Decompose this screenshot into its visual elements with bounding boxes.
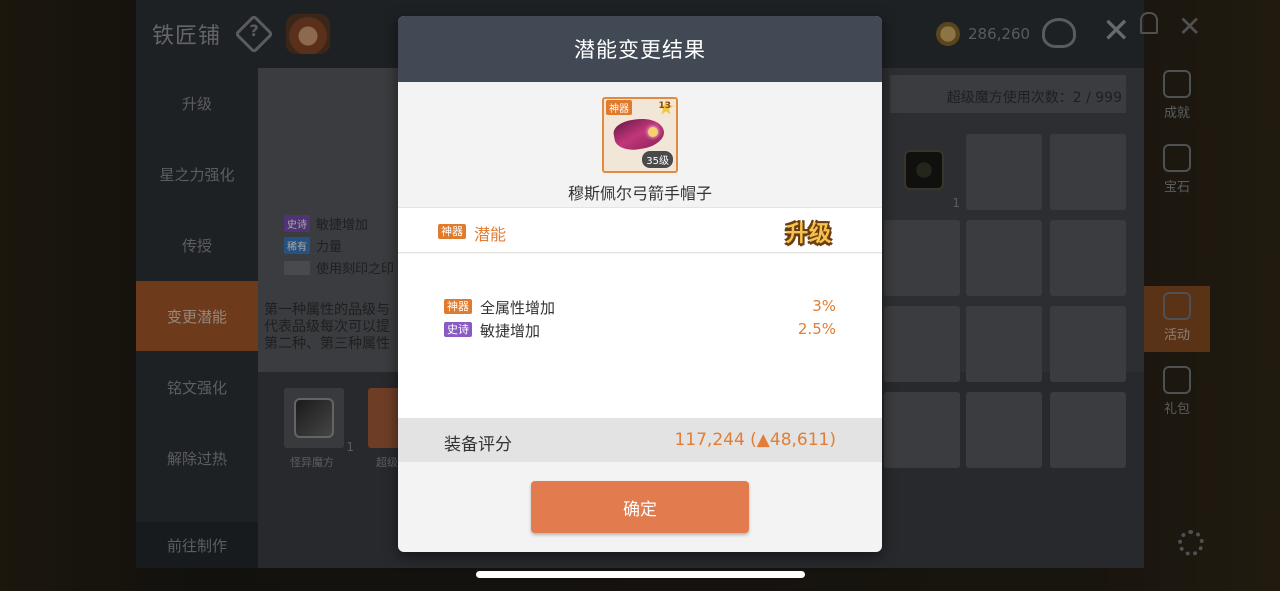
stat-row: 神器 全属性增加 3% bbox=[444, 296, 836, 318]
upgrade-badge: 升级 bbox=[786, 222, 833, 247]
dialog-title: 潜能变更结果 bbox=[574, 38, 706, 62]
dialog-header: 潜能变更结果 bbox=[398, 16, 882, 82]
stat-row: 史诗 敏捷增加 2.5% bbox=[444, 319, 836, 341]
stat-value: 3% bbox=[812, 297, 836, 315]
stat-grade-tag: 史诗 bbox=[444, 322, 472, 337]
item-grade-tag: 神器 bbox=[606, 100, 632, 115]
potential-header: 神器 潜能 升级 bbox=[398, 207, 882, 253]
confirm-button[interactable]: 确定 bbox=[531, 481, 749, 533]
stat-value: 2.5% bbox=[797, 320, 836, 338]
item-level-badge: 35级 bbox=[642, 151, 673, 168]
hat-icon bbox=[611, 114, 667, 154]
score-value: 117,244 (▲48,611) bbox=[674, 430, 836, 450]
potential-label: 潜能 bbox=[474, 225, 507, 244]
equipment-score-row: 装备评分 117,244 (▲48,611) bbox=[398, 418, 882, 462]
hat-gem-icon bbox=[648, 127, 658, 137]
potential-result-dialog: 潜能变更结果 神器 13 35级 穆斯佩尔弓箭手帽子 神器 潜能 升级 神器 全… bbox=[398, 16, 882, 552]
potential-grade-tag: 神器 bbox=[438, 224, 466, 239]
home-indicator[interactable] bbox=[476, 571, 805, 578]
stat-name: 全属性增加 bbox=[480, 299, 556, 317]
potential-stats: 神器 全属性增加 3% 史诗 敏捷增加 2.5% bbox=[398, 254, 882, 418]
item-icon-frame[interactable]: 神器 13 35级 bbox=[602, 97, 678, 173]
stat-grade-tag: 神器 bbox=[444, 299, 472, 314]
score-label: 装备评分 bbox=[444, 435, 512, 455]
stat-name: 敏捷增加 bbox=[480, 322, 541, 340]
item-name: 穆斯佩尔弓箭手帽子 bbox=[567, 184, 712, 203]
item-star-count: 13 bbox=[658, 101, 671, 111]
